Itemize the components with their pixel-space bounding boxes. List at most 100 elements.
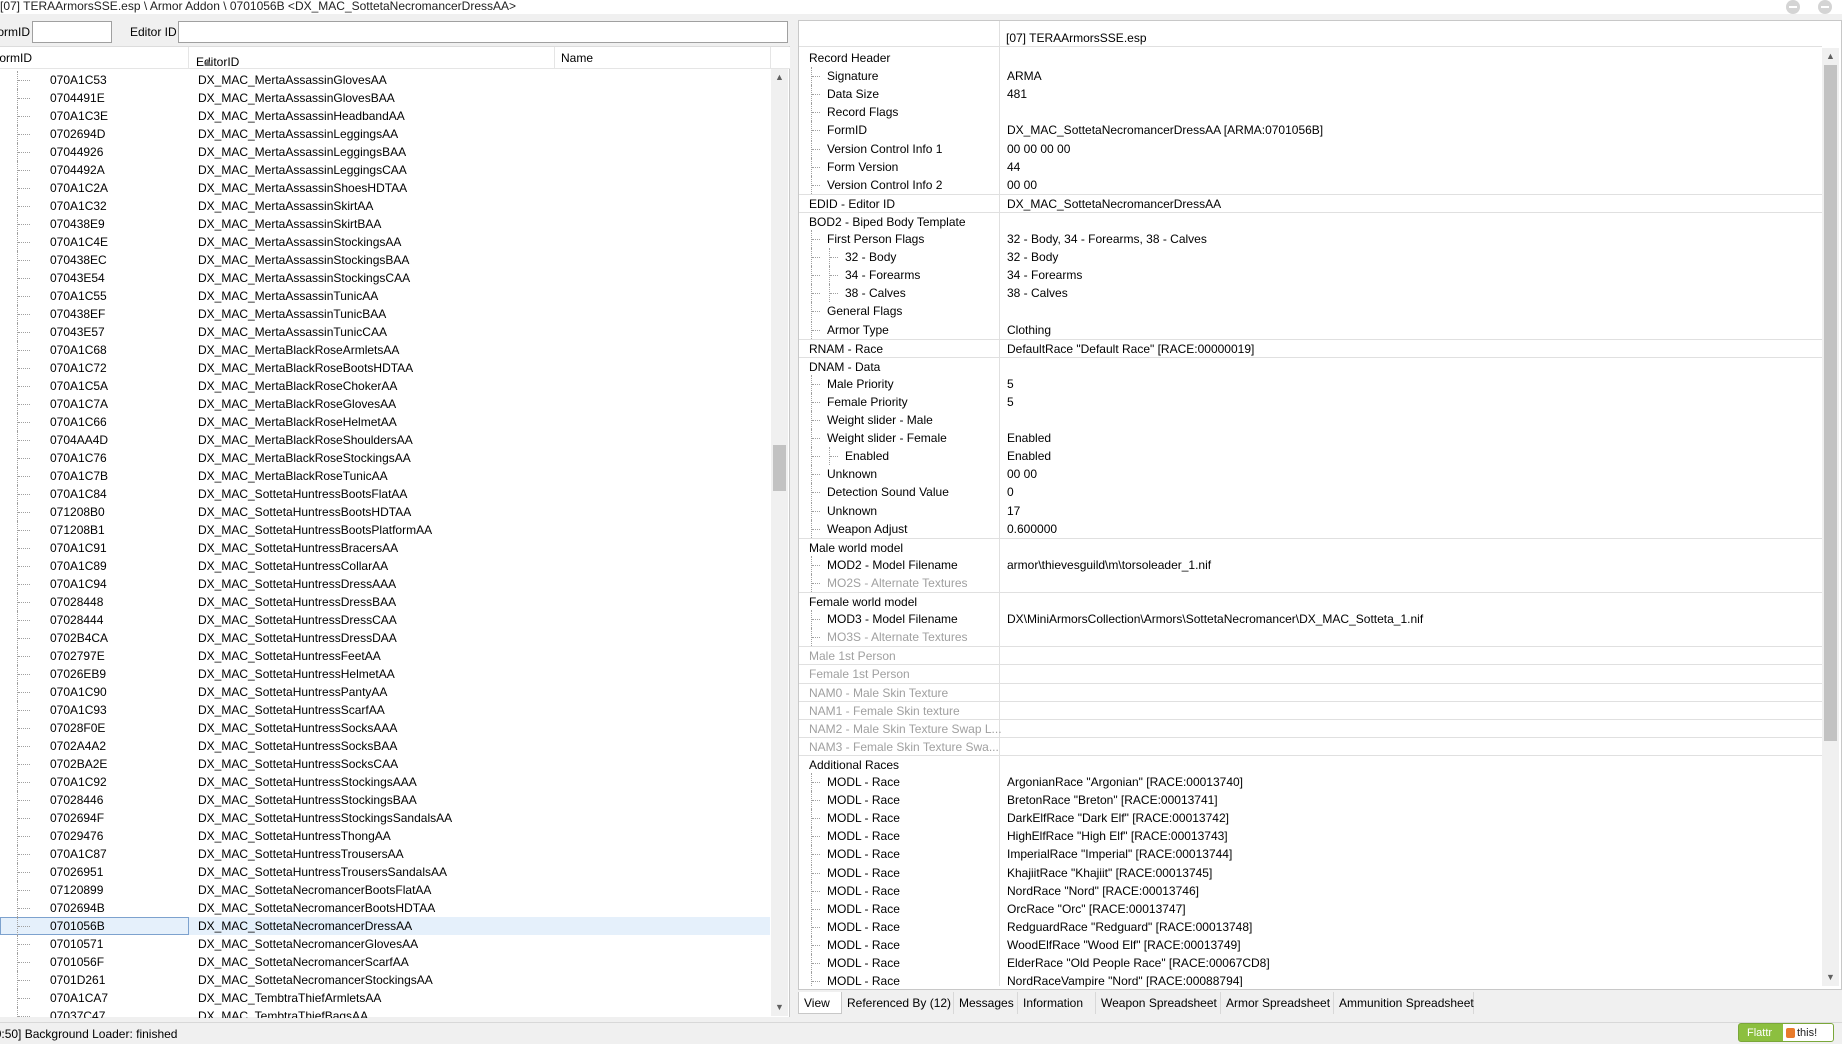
column-header-name[interactable]: Name bbox=[561, 51, 593, 65]
record-field-row[interactable]: MO2S - Alternate Textures bbox=[799, 573, 1822, 592]
record-field-row[interactable]: Enabled Enabled bbox=[799, 447, 1822, 466]
table-row[interactable]: 071208B0 DX_MAC_SottetaHuntressBootsHDTAA bbox=[0, 503, 770, 521]
scroll-down-icon[interactable]: ▼ bbox=[1822, 969, 1839, 986]
record-field-row[interactable]: MODL - Race KhajiitRace "Khajiit" [RACE:0… bbox=[799, 863, 1822, 882]
table-row[interactable]: 0704AA4D DX_MAC_MertaBlackRoseShouldersAA bbox=[0, 431, 770, 449]
table-row[interactable]: 070A1C4E DX_MAC_MertaAssassinStockingsAA bbox=[0, 233, 770, 251]
close-icon[interactable] bbox=[1818, 0, 1832, 14]
table-row[interactable]: 070A1C94 DX_MAC_SottetaHuntressDressAAA bbox=[0, 575, 770, 593]
table-row-selected[interactable]: 0701056B DX_MAC_SottetaNecromancerDressAA bbox=[0, 917, 770, 935]
table-row[interactable]: 070438EC DX_MAC_MertaAssassinStockingsBAA bbox=[0, 251, 770, 269]
scroll-up-icon[interactable]: ▲ bbox=[771, 69, 788, 86]
scroll-up-icon[interactable]: ▲ bbox=[1822, 48, 1839, 65]
table-row[interactable]: 07026951 DX_MAC_SottetaHuntressTrousersSa… bbox=[0, 863, 770, 881]
record-field-row[interactable]: First Person Flags 32 - Body, 34 - Forear… bbox=[799, 230, 1822, 248]
table-row[interactable]: 070A1C2A DX_MAC_MertaAssassinShoesHDTAA bbox=[0, 179, 770, 197]
record-field-row[interactable]: MODL - Race BretonRace "Breton" [RACE:000… bbox=[799, 791, 1822, 810]
table-row[interactable]: 070A1C53 DX_MAC_MertaAssassinGlovesAA bbox=[0, 71, 770, 89]
table-row[interactable]: 070A1C93 DX_MAC_SottetaHuntressScarfAA bbox=[0, 701, 770, 719]
record-field-row[interactable]: Record Header bbox=[799, 49, 1822, 67]
record-field-row[interactable]: MOD3 - Model Filename DX\MiniArmorsCollec… bbox=[799, 610, 1822, 629]
record-field-row[interactable]: Male Priority 5 bbox=[799, 374, 1822, 393]
table-row[interactable]: 070A1C84 DX_MAC_SottetaHuntressBootsFlatA… bbox=[0, 485, 770, 503]
table-row[interactable]: 070A1C90 DX_MAC_SottetaHuntressPantyAA bbox=[0, 683, 770, 701]
scroll-thumb[interactable] bbox=[773, 445, 786, 491]
record-field-row[interactable]: Weight slider - Female Enabled bbox=[799, 429, 1822, 448]
record-field-row[interactable]: MOD2 - Model Filename armor\thievesguild\… bbox=[799, 555, 1822, 574]
record-field-row[interactable]: Version Control Info 1 00 00 00 00 bbox=[799, 139, 1822, 158]
record-field-row[interactable]: Weight slider - Male bbox=[799, 411, 1822, 429]
editorid-filter-input[interactable] bbox=[178, 21, 788, 43]
record-field-row[interactable]: 32 - Body 32 - Body bbox=[799, 248, 1822, 267]
table-row[interactable]: 07010571 DX_MAC_SottetaNecromancerGlovesA… bbox=[0, 935, 770, 953]
table-row[interactable]: 070A1C66 DX_MAC_MertaBlackRoseHelmetAA bbox=[0, 413, 770, 431]
table-row[interactable]: 070A1C7A DX_MAC_MertaBlackRoseGlovesAA bbox=[0, 395, 770, 413]
table-row[interactable]: 070A1C91 DX_MAC_SottetaHuntressBracersAA bbox=[0, 539, 770, 557]
record-field-row[interactable]: Detection Sound Value 0 bbox=[799, 483, 1822, 502]
record-field-row[interactable]: BOD2 - Biped Body Template bbox=[799, 211, 1822, 230]
pane-splitter[interactable] bbox=[790, 18, 798, 1017]
table-row[interactable]: 070A1C32 DX_MAC_MertaAssassinSkirtAA bbox=[0, 197, 770, 215]
table-row[interactable]: 0702BA2E DX_MAC_SottetaHuntressSocksCAA bbox=[0, 755, 770, 773]
record-field-row[interactable]: MODL - Race ArgonianRace "Argonian" [RACE… bbox=[799, 773, 1822, 791]
table-row[interactable]: 070A1C68 DX_MAC_MertaBlackRoseArmletsAA bbox=[0, 341, 770, 359]
record-field-row[interactable]: RNAM - Race DefaultRace "Default Race" [R… bbox=[799, 338, 1822, 357]
record-field-row[interactable]: MO3S - Alternate Textures bbox=[799, 628, 1822, 647]
minimize-icon[interactable] bbox=[1786, 0, 1800, 14]
record-field-row[interactable]: EDID - Editor ID DX_MAC_SottetaNecromance… bbox=[799, 193, 1822, 212]
record-field-row[interactable]: Additional Races bbox=[799, 754, 1822, 773]
table-row[interactable]: 0702B4CA DX_MAC_SottetaHuntressDressDAA bbox=[0, 629, 770, 647]
record-field-row[interactable]: Data Size 481 bbox=[799, 85, 1822, 104]
record-field-row[interactable]: MODL - Race NordRaceVampire "Nord" [RACE:… bbox=[799, 972, 1822, 987]
record-field-row[interactable]: 38 - Calves 38 - Calves bbox=[799, 284, 1822, 303]
table-row[interactable]: 07028446 DX_MAC_SottetaHuntressStockingsB… bbox=[0, 791, 770, 809]
table-row[interactable]: 070A1C76 DX_MAC_MertaBlackRoseStockingsAA bbox=[0, 449, 770, 467]
tab-messages[interactable]: Messages bbox=[954, 992, 1018, 1014]
table-row[interactable]: 07028448 DX_MAC_SottetaHuntressDressBAA bbox=[0, 593, 770, 611]
record-field-row[interactable]: MODL - Race HighElfRace "High Elf" [RACE:… bbox=[799, 827, 1822, 846]
record-scrollbar[interactable]: ▲ ▼ bbox=[1822, 48, 1839, 986]
table-row[interactable]: 0702797E DX_MAC_SottetaHuntressFeetAA bbox=[0, 647, 770, 665]
tab-ammunition-spreadsheet[interactable]: Ammunition Spreadsheet bbox=[1334, 992, 1474, 1014]
record-field-row[interactable]: MODL - Race DarkElfRace "Dark Elf" [RACE:… bbox=[799, 809, 1822, 828]
record-field-row[interactable]: Record Flags bbox=[799, 103, 1822, 122]
record-field-row[interactable]: Form Version 44 bbox=[799, 157, 1822, 176]
tab-weapon-spreadsheet[interactable]: Weapon Spreadsheet bbox=[1096, 992, 1221, 1014]
table-row[interactable]: 07028444 DX_MAC_SottetaHuntressDressCAA bbox=[0, 611, 770, 629]
record-field-row[interactable]: MODL - Race ImperialRace "Imperial" [RACE… bbox=[799, 845, 1822, 864]
table-row[interactable]: 0701D261 DX_MAC_SottetaNecromancerStockin… bbox=[0, 971, 770, 989]
scroll-thumb[interactable] bbox=[1824, 65, 1837, 741]
table-row[interactable]: 070A1C5A DX_MAC_MertaBlackRoseChokerAA bbox=[0, 377, 770, 395]
table-row[interactable]: 07037C47 DX_MAC_TembtraThiefBagsAA bbox=[0, 1007, 770, 1018]
table-row[interactable]: 070438EF DX_MAC_MertaAssassinTunicBAA bbox=[0, 305, 770, 323]
record-field-row[interactable]: Unknown 17 bbox=[799, 501, 1822, 520]
table-row[interactable]: 0701056F DX_MAC_SottetaNecromancerScarfAA bbox=[0, 953, 770, 971]
table-row[interactable]: 071208B1 DX_MAC_SottetaHuntressBootsPlatf… bbox=[0, 521, 770, 539]
table-row[interactable]: 07043E57 DX_MAC_MertaAssassinTunicCAA bbox=[0, 323, 770, 341]
table-row[interactable]: 07028F0E DX_MAC_SottetaHuntressSocksAAA bbox=[0, 719, 770, 737]
record-field-row[interactable]: NAM3 - Female Skin Texture Swa... bbox=[799, 736, 1822, 755]
table-row[interactable]: 07026EB9 DX_MAC_SottetaHuntressHelmetAA bbox=[0, 665, 770, 683]
table-row[interactable]: 07044926 DX_MAC_MertaAssassinLeggingsBAA bbox=[0, 143, 770, 161]
record-field-row[interactable]: FormID DX_MAC_SottetaNecromancerDressAA [… bbox=[799, 121, 1822, 140]
record-field-row[interactable]: Signature ARMA bbox=[799, 67, 1822, 86]
column-header-formid[interactable]: FormID bbox=[0, 51, 32, 65]
table-row[interactable]: 070A1C72 DX_MAC_MertaBlackRoseBootsHDTAA bbox=[0, 359, 770, 377]
table-row[interactable]: 0702694B DX_MAC_SottetaNecromancerBootsHD… bbox=[0, 899, 770, 917]
record-field-row[interactable]: Armor Type Clothing bbox=[799, 320, 1822, 339]
table-row[interactable]: 070A1C89 DX_MAC_SottetaHuntressCollarAA bbox=[0, 557, 770, 575]
record-field-row[interactable]: NAM2 - Male Skin Texture Swap L... bbox=[799, 718, 1822, 737]
record-field-row[interactable]: Female 1st Person bbox=[799, 664, 1822, 682]
record-field-row[interactable]: Weapon Adjust 0.600000 bbox=[799, 519, 1822, 538]
tab-referenced-by-12[interactable]: Referenced By (12) bbox=[842, 992, 954, 1014]
table-row[interactable]: 070A1C55 DX_MAC_MertaAssassinTunicAA bbox=[0, 287, 770, 305]
table-row[interactable]: 07043E54 DX_MAC_MertaAssassinStockingsCAA bbox=[0, 269, 770, 287]
record-field-row[interactable]: NAM1 - Female Skin texture bbox=[799, 700, 1822, 719]
table-row[interactable]: 0702A4A2 DX_MAC_SottetaHuntressSocksBAA bbox=[0, 737, 770, 755]
record-field-row[interactable]: DNAM - Data bbox=[799, 356, 1822, 375]
scroll-down-icon[interactable]: ▼ bbox=[771, 999, 788, 1016]
record-field-row[interactable]: General Flags bbox=[799, 302, 1822, 321]
record-field-row[interactable]: Version Control Info 2 00 00 bbox=[799, 175, 1822, 194]
record-field-row[interactable]: Male 1st Person bbox=[799, 646, 1822, 664]
record-field-row[interactable]: MODL - Race RedguardRace "Redguard" [RACE… bbox=[799, 917, 1822, 936]
